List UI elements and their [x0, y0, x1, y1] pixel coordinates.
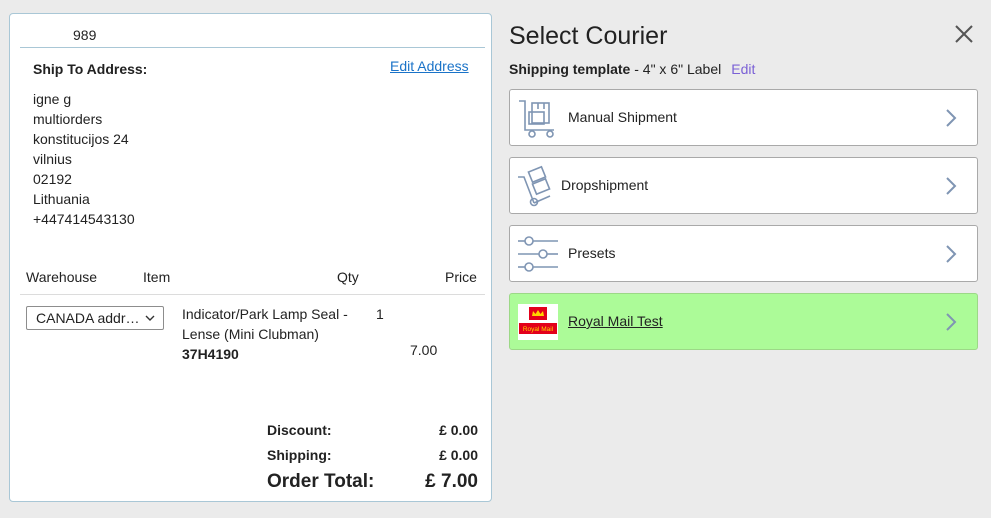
- shipping-template-label: Shipping template: [509, 61, 631, 77]
- item-price: 7.00: [410, 342, 438, 358]
- close-icon[interactable]: [953, 23, 975, 45]
- cart-box-icon: [519, 100, 554, 138]
- sliders-icon: [518, 236, 558, 272]
- address-line: vilnius: [33, 151, 72, 167]
- warehouse-select[interactable]: CANADA address: [26, 306, 164, 330]
- address-line: igne g: [33, 91, 72, 107]
- item-name: Indicator/Park Lamp Seal - Lense (Mini C…: [182, 306, 348, 342]
- order-total-label: Order Total:: [267, 471, 375, 492]
- order-total-value: £ 7.00: [425, 471, 478, 492]
- item-sku: 37H4190: [182, 346, 239, 362]
- courier-option-dropshipment[interactable]: Dropshipment: [509, 157, 978, 214]
- shipping-value: £ 0.00: [439, 447, 478, 463]
- address-line: +447414543130: [33, 211, 135, 227]
- item-qty: 1: [376, 306, 384, 322]
- divider: [20, 294, 485, 295]
- courier-label: Manual Shipment: [568, 109, 677, 125]
- column-header-price: Price: [445, 269, 477, 285]
- chevron-right-icon: [946, 245, 957, 263]
- address-line: 02192: [33, 171, 72, 187]
- courier-option-presets[interactable]: Presets: [509, 225, 978, 282]
- warehouse-select-value: CANADA address: [36, 310, 142, 326]
- chevron-right-icon: [946, 177, 957, 195]
- chevron-right-icon: [946, 313, 957, 331]
- discount-label: Discount:: [267, 422, 332, 438]
- edit-address-link[interactable]: Edit Address: [390, 58, 469, 74]
- address-line: Lithuania: [33, 191, 90, 207]
- hand-truck-icon: [518, 165, 551, 207]
- address-line: multiorders: [33, 111, 103, 127]
- order-id: 989: [73, 27, 97, 43]
- royal-mail-logo: Royal Mail: [518, 304, 558, 340]
- shipping-template: Shipping template - 4" x 6" Label Edit: [509, 61, 755, 77]
- discount-value: £ 0.00: [439, 422, 478, 438]
- order-panel: 989 Ship To Address: Edit Address igne g…: [9, 13, 492, 502]
- courier-option-manual-shipment[interactable]: Manual Shipment: [509, 89, 978, 146]
- edit-template-link[interactable]: Edit: [731, 61, 755, 77]
- chevron-down-icon: [145, 315, 155, 321]
- shipping-label: Shipping:: [267, 447, 332, 463]
- address-line: konstitucijos 24: [33, 131, 129, 147]
- column-header-warehouse: Warehouse: [26, 269, 98, 285]
- courier-option-royal-mail-test[interactable]: Royal Mail Royal Mail Test: [509, 293, 978, 350]
- divider: [20, 47, 485, 48]
- courier-label: Dropshipment: [561, 177, 649, 193]
- chevron-right-icon: [946, 109, 957, 127]
- shipping-template-value: - 4" x 6" Label: [630, 61, 722, 77]
- column-header-item: Item: [143, 269, 171, 285]
- royal-mail-logo-text: Royal Mail: [523, 326, 554, 333]
- column-header-qty: Qty: [337, 269, 359, 285]
- courier-label: Royal Mail Test: [568, 313, 663, 329]
- ship-to-heading: Ship To Address:: [33, 61, 148, 77]
- courier-label: Presets: [568, 245, 616, 261]
- page-title: Select Courier: [509, 22, 668, 50]
